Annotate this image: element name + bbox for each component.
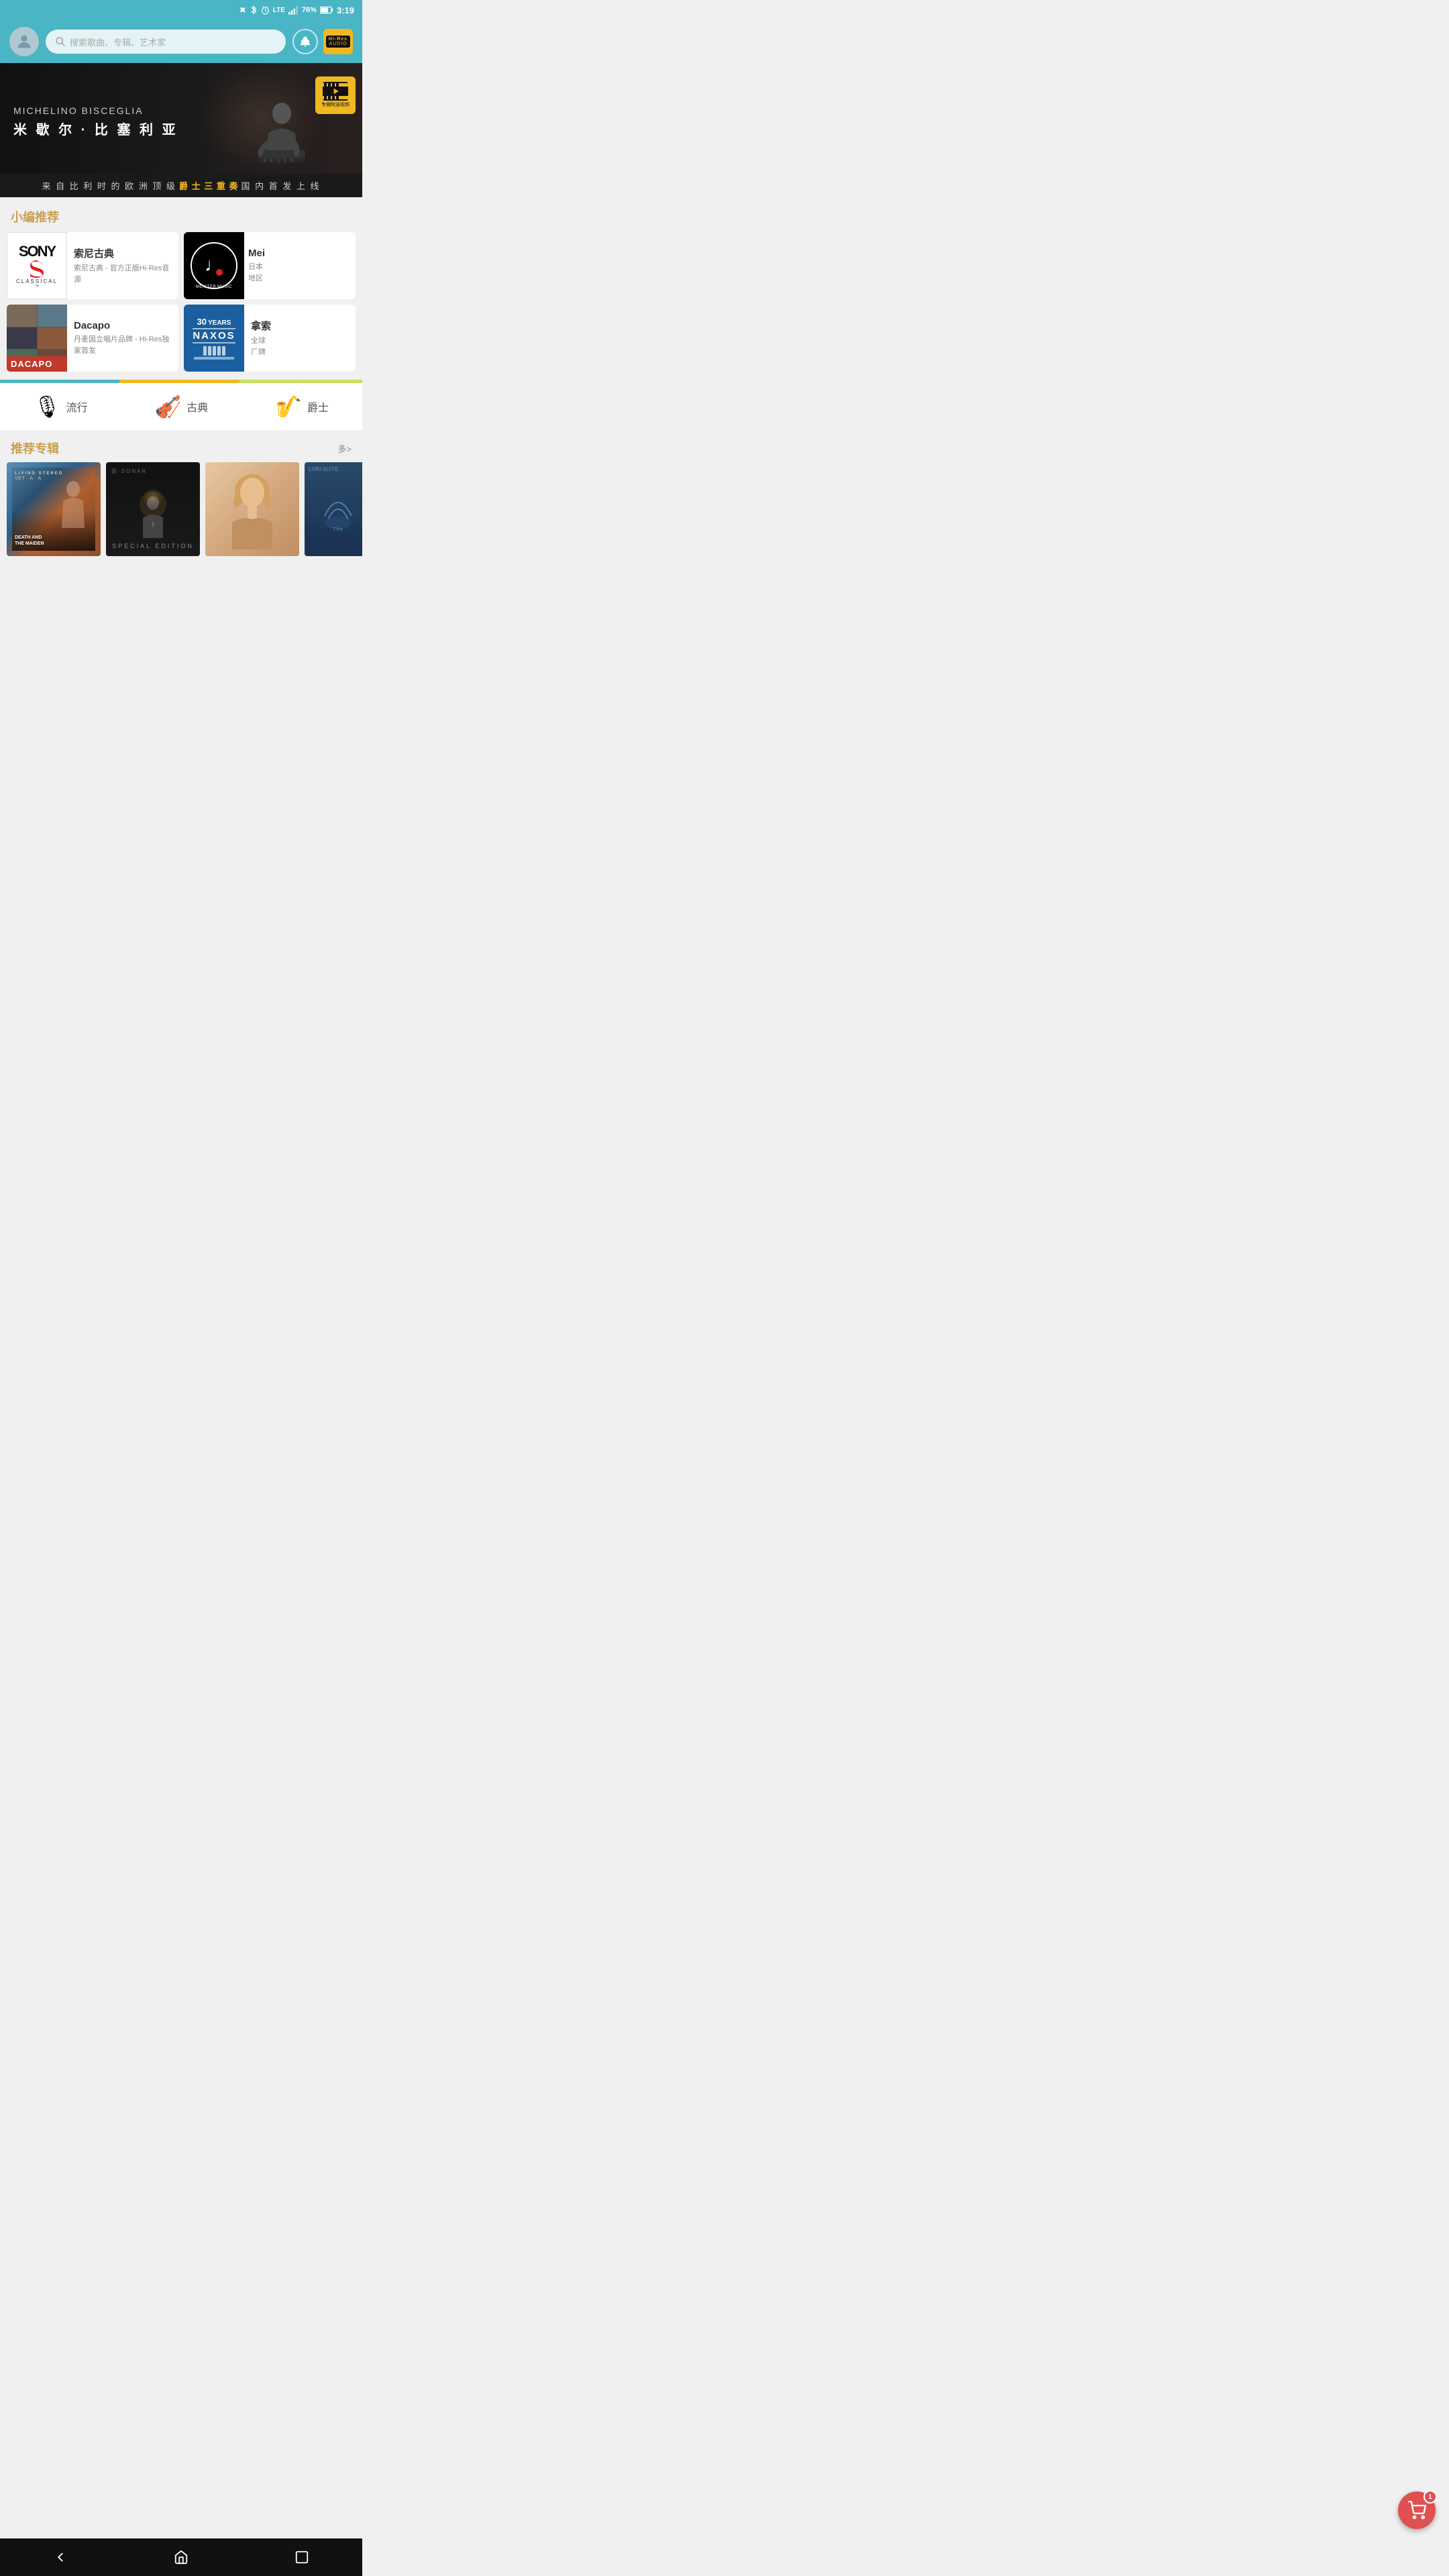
album2-title: SPECIAL EDITION <box>112 543 194 549</box>
video-label: 专辑附送视频 <box>321 102 350 108</box>
square-icon <box>294 2550 309 2565</box>
bluetooth-icon: ✖ <box>239 5 246 15</box>
svg-text:The: The <box>333 527 343 532</box>
home-button[interactable] <box>161 2544 201 2571</box>
albums-header: 推荐专辑 多> <box>0 430 362 462</box>
dacapo-card[interactable]: DACAPO Dacapo 丹麦国立唱片品牌 - Hi-Res独家首发 <box>7 305 178 372</box>
search-placeholder: 搜索歌曲、专辑、艺术家 <box>70 36 166 48</box>
signal-icon <box>288 6 299 15</box>
banner-artist-cn: 米 歇 尔 · 比 塞 利 亚 <box>13 119 178 138</box>
cart-badge: 1 <box>1424 2490 1437 2504</box>
sony-logo: SONY CLASSICAL ™ <box>7 232 67 299</box>
time-display: 3:19 <box>337 5 354 15</box>
back-button[interactable] <box>40 2544 80 2571</box>
banner-subtitle-end: 国 内 首 发 上 线 <box>241 179 320 192</box>
banner-subtitle-highlight: 爵 士 三 重 奏 <box>179 179 238 192</box>
meister-card-name: Mei <box>248 248 352 259</box>
user-icon <box>15 32 34 51</box>
banner-subtitle: 来 自 比 利 时 的 欧 洲 顶 级 爵 士 三 重 奏 国 内 首 发 上 … <box>0 174 362 197</box>
sony-card-desc: 索尼古典 - 官方正版Hi-Res音源 <box>74 263 172 285</box>
banner-artist: MICHELINO BISCEGLIA 米 歇 尔 · 比 塞 利 亚 <box>13 105 178 138</box>
naxos-card[interactable]: 30 YEARS NAXOS 拿索 全球厂牌 <box>184 305 356 372</box>
bell-icon <box>299 36 311 48</box>
album-card-1[interactable]: LIVING STEREO VET · A · A DEATH ANDTHE M… <box>7 462 101 556</box>
dacapo-card-desc: 丹麦国立唱片品牌 - Hi-Res独家首发 <box>74 334 172 356</box>
dacapo-card-info: Dacapo 丹麦国立唱片品牌 - Hi-Res独家首发 <box>67 315 178 362</box>
cart-count: 1 <box>1428 2493 1432 2501</box>
naxos-card-name: 拿索 <box>251 319 349 333</box>
album-card-4[interactable]: LORI SUITE The <box>305 462 362 556</box>
genre-jazz[interactable]: 🎷 爵士 <box>275 394 329 419</box>
genre-section: 🎙 流行 🎻 古典 🎷 爵士 <box>0 383 362 430</box>
album4-label: LORI SUITE <box>309 466 338 472</box>
meister-logo: ♩ MEISTER MUSIC <box>184 232 244 299</box>
pianist-image <box>248 87 315 174</box>
recommended-section: 小编推荐 SONY CLASSIC <box>0 197 362 372</box>
albums-section: 推荐专辑 多> LIVING STEREO VET · A · A DEATH … <box>0 430 362 563</box>
saxophone-icon: 🎷 <box>275 394 302 419</box>
cart-icon <box>1407 2501 1426 2520</box>
video-badge[interactable]: 专辑附送视频 <box>315 76 356 114</box>
status-bar: ✖ LTE 76% 3:19 <box>0 0 362 20</box>
albums-more-button[interactable]: 多> <box>337 442 352 455</box>
back-icon <box>53 2550 68 2565</box>
notification-button[interactable] <box>292 29 318 54</box>
search-icon <box>55 36 66 47</box>
genre-jazz-label: 爵士 <box>307 398 329 415</box>
battery-percent: 76% <box>302 6 317 14</box>
lte-label: LTE <box>273 7 285 14</box>
meister-card-info: Mei 日本地区 <box>244 242 356 289</box>
genre-classical-label: 古典 <box>186 398 208 415</box>
genre-classical[interactable]: 🎻 古典 <box>154 394 208 419</box>
sony-card-name: 索尼古典 <box>74 246 172 260</box>
album2-label: 驯·SONAR <box>111 468 147 475</box>
recommended-grid: SONY CLASSICAL ™ 索尼古典 索尼古 <box>0 232 362 372</box>
banner-subtitle-main: 来 自 比 利 时 的 欧 洲 顶 级 <box>42 179 176 192</box>
avatar[interactable] <box>9 27 39 56</box>
sony-card[interactable]: SONY CLASSICAL ™ 索尼古典 索尼古 <box>7 232 178 299</box>
status-icons: ✖ LTE 76% 3:19 <box>239 5 354 15</box>
battery-icon <box>320 6 333 14</box>
banner-content: MICHELINO BISCEGLIA 米 歇 尔 · 比 塞 利 亚 <box>0 63 362 174</box>
banner-artist-en: MICHELINO BISCEGLIA <box>13 105 178 116</box>
album1-label: LIVING STEREO VET · A · A <box>15 472 93 481</box>
sony-card-info: 索尼古典 索尼古典 - 官方正版Hi-Res音源 <box>67 241 178 290</box>
header-right: Hi-Res AUDIO <box>292 29 353 54</box>
albums-scroll: LIVING STEREO VET · A · A DEATH ANDTHE M… <box>0 462 362 556</box>
dacapo-card-name: Dacapo <box>74 320 172 331</box>
section-title-recommended: 小编推荐 <box>0 197 362 232</box>
albums-section-title: 推荐专辑 <box>11 439 59 457</box>
home-icon <box>174 2550 189 2565</box>
naxos-card-desc: 全球厂牌 <box>251 335 349 358</box>
meister-card-desc: 日本地区 <box>248 262 352 284</box>
genre-pop-label: 流行 <box>66 398 88 415</box>
naxos-logo: 30 YEARS NAXOS <box>184 305 244 372</box>
microphone-icon: 🎙 <box>34 394 61 419</box>
alarm-icon <box>261 6 270 15</box>
naxos-card-info: 拿索 全球厂牌 <box>244 313 356 363</box>
genre-pop[interactable]: 🎙 流行 <box>34 394 88 419</box>
meister-card[interactable]: ♩ MEISTER MUSIC Mei 日本地区 <box>184 232 356 299</box>
search-bar[interactable]: 搜索歌曲、专辑、艺术家 <box>46 30 286 54</box>
bottom-nav <box>0 2538 362 2576</box>
hires-badge: Hi-Res AUDIO <box>323 29 353 54</box>
dacapo-logo: DACAPO <box>7 305 67 372</box>
film-icon <box>323 82 348 101</box>
cart-fab[interactable]: 1 <box>1398 2491 1436 2529</box>
violin-icon: 🎻 <box>154 394 181 419</box>
banner: MICHELINO BISCEGLIA 米 歇 尔 · 比 塞 利 亚 <box>0 63 362 197</box>
album-card-2[interactable]: 驯·SONAR SPECIAL EDITION <box>106 462 200 556</box>
recent-apps-button[interactable] <box>282 2544 322 2571</box>
header: 搜索歌曲、专辑、艺术家 Hi-Res AUDIO <box>0 20 362 63</box>
bluetooth-icon <box>250 5 258 15</box>
album-card-3[interactable] <box>205 462 299 556</box>
